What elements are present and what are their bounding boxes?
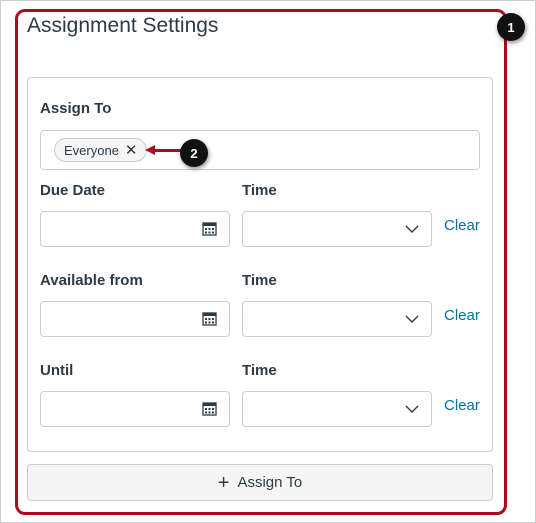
callout-badge-2: 2: [180, 139, 208, 167]
callout-highlight-box: [15, 9, 507, 515]
callout-arrow: [145, 145, 183, 155]
callout-badge-1: 1: [497, 13, 525, 41]
